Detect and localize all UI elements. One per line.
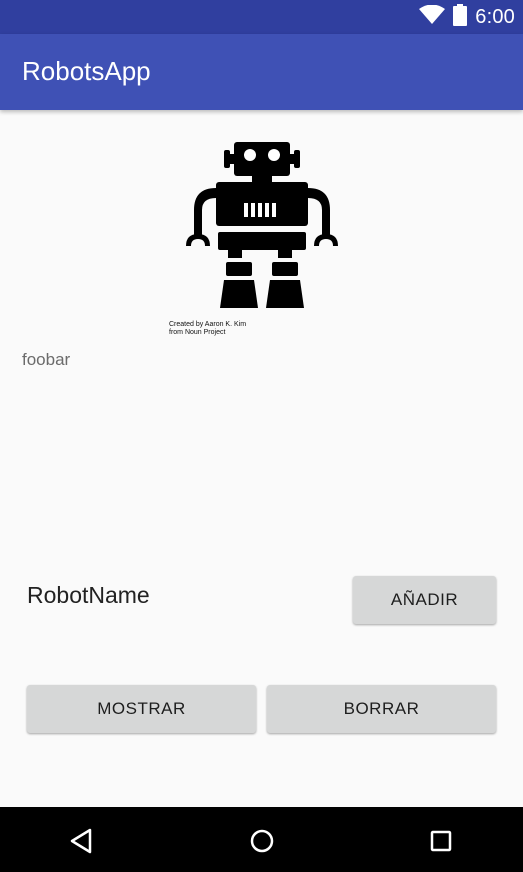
- robot-icon: [186, 142, 338, 308]
- delete-button[interactable]: BORRAR: [267, 685, 496, 733]
- status-icons: 6:00: [419, 0, 515, 34]
- wifi-icon: [419, 4, 446, 29]
- robot-name-label: RobotName: [27, 582, 150, 608]
- home-icon[interactable]: [240, 819, 284, 863]
- recents-icon[interactable]: [419, 819, 463, 863]
- battery-icon: [453, 4, 468, 30]
- robot-image: [166, 138, 342, 342]
- credit-line-1: Created by Aaron K. Kim: [169, 321, 247, 328]
- app-title: RobotsApp: [22, 56, 151, 86]
- back-icon[interactable]: [60, 819, 104, 863]
- show-button[interactable]: MOSTRAR: [27, 685, 256, 733]
- foobar-text: foobar: [22, 350, 71, 369]
- add-button[interactable]: AÑADIR: [353, 576, 496, 624]
- credit-line-2: from Noun Project: [169, 329, 226, 336]
- app-bar: RobotsApp: [0, 34, 523, 110]
- status-bar: 6:00: [0, 0, 523, 34]
- image-credit: Created by Aaron K. Kim from Noun Projec…: [169, 321, 246, 337]
- status-time: 6:00: [475, 5, 515, 28]
- navigation-bar: [0, 807, 523, 872]
